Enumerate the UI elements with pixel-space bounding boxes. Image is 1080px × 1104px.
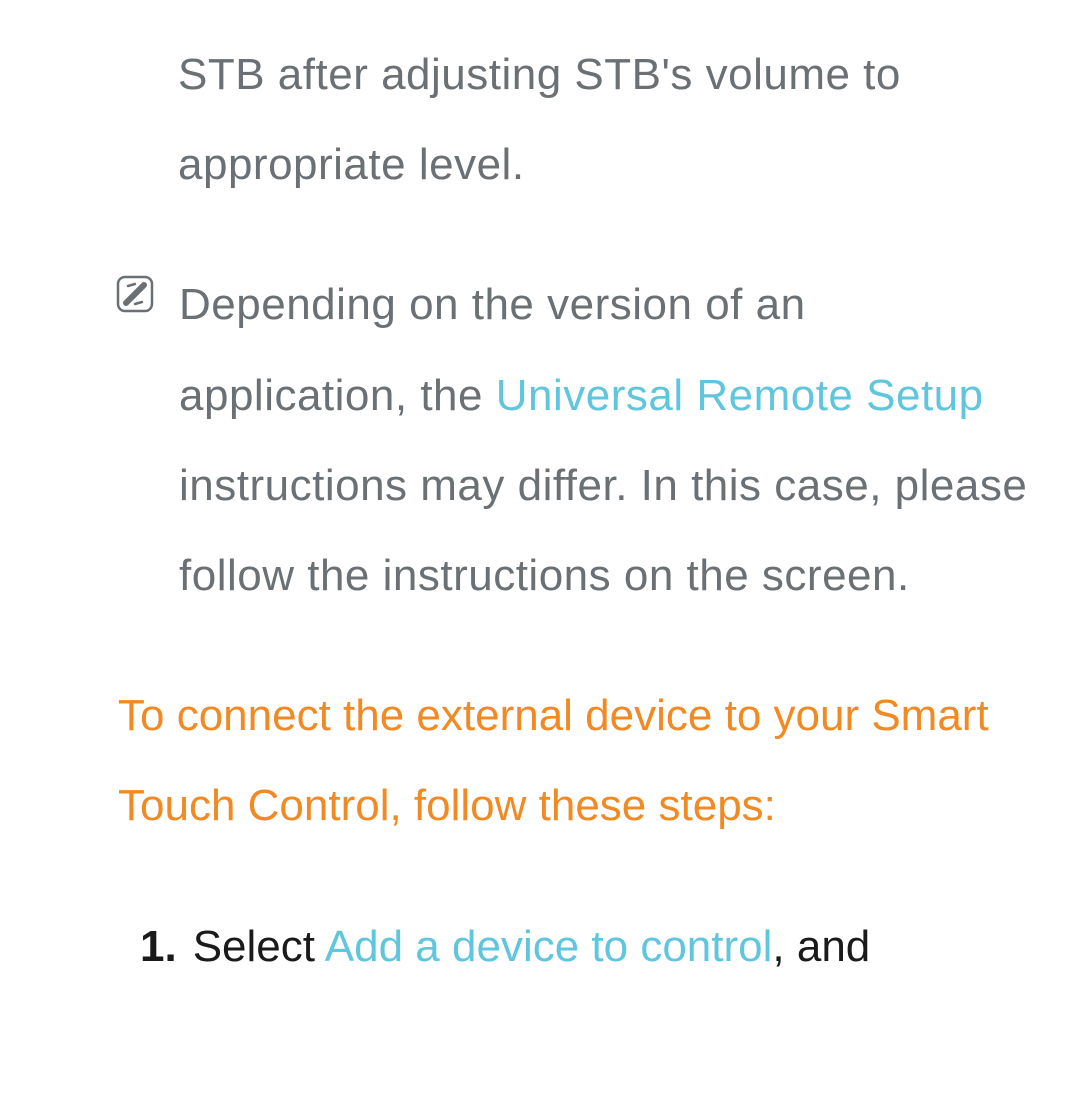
step-1-row: 1. Select Add a device to control, and [40,902,1040,992]
step-number: 1. [140,902,177,992]
note-paragraph: Depending on the version of an applicati… [179,260,1040,621]
step-1-body: Select Add a device to control, and [193,902,1040,992]
paragraph-stb-volume: STB after adjusting STB's volume to appr… [40,30,1040,210]
universal-remote-setup-link[interactable]: Universal Remote Setup [496,371,984,420]
note-text-post: instructions may differ. In this case, p… [179,461,1027,600]
section-heading: To connect the external device to your S… [40,671,1040,851]
note-block: Depending on the version of an applicati… [40,260,1040,621]
step-1-pre: Select [193,922,325,971]
add-device-link[interactable]: Add a device to control [325,922,773,971]
step-1-post: , and [772,922,870,971]
note-icon [115,274,155,319]
manual-page: STB after adjusting STB's volume to appr… [0,0,1080,992]
